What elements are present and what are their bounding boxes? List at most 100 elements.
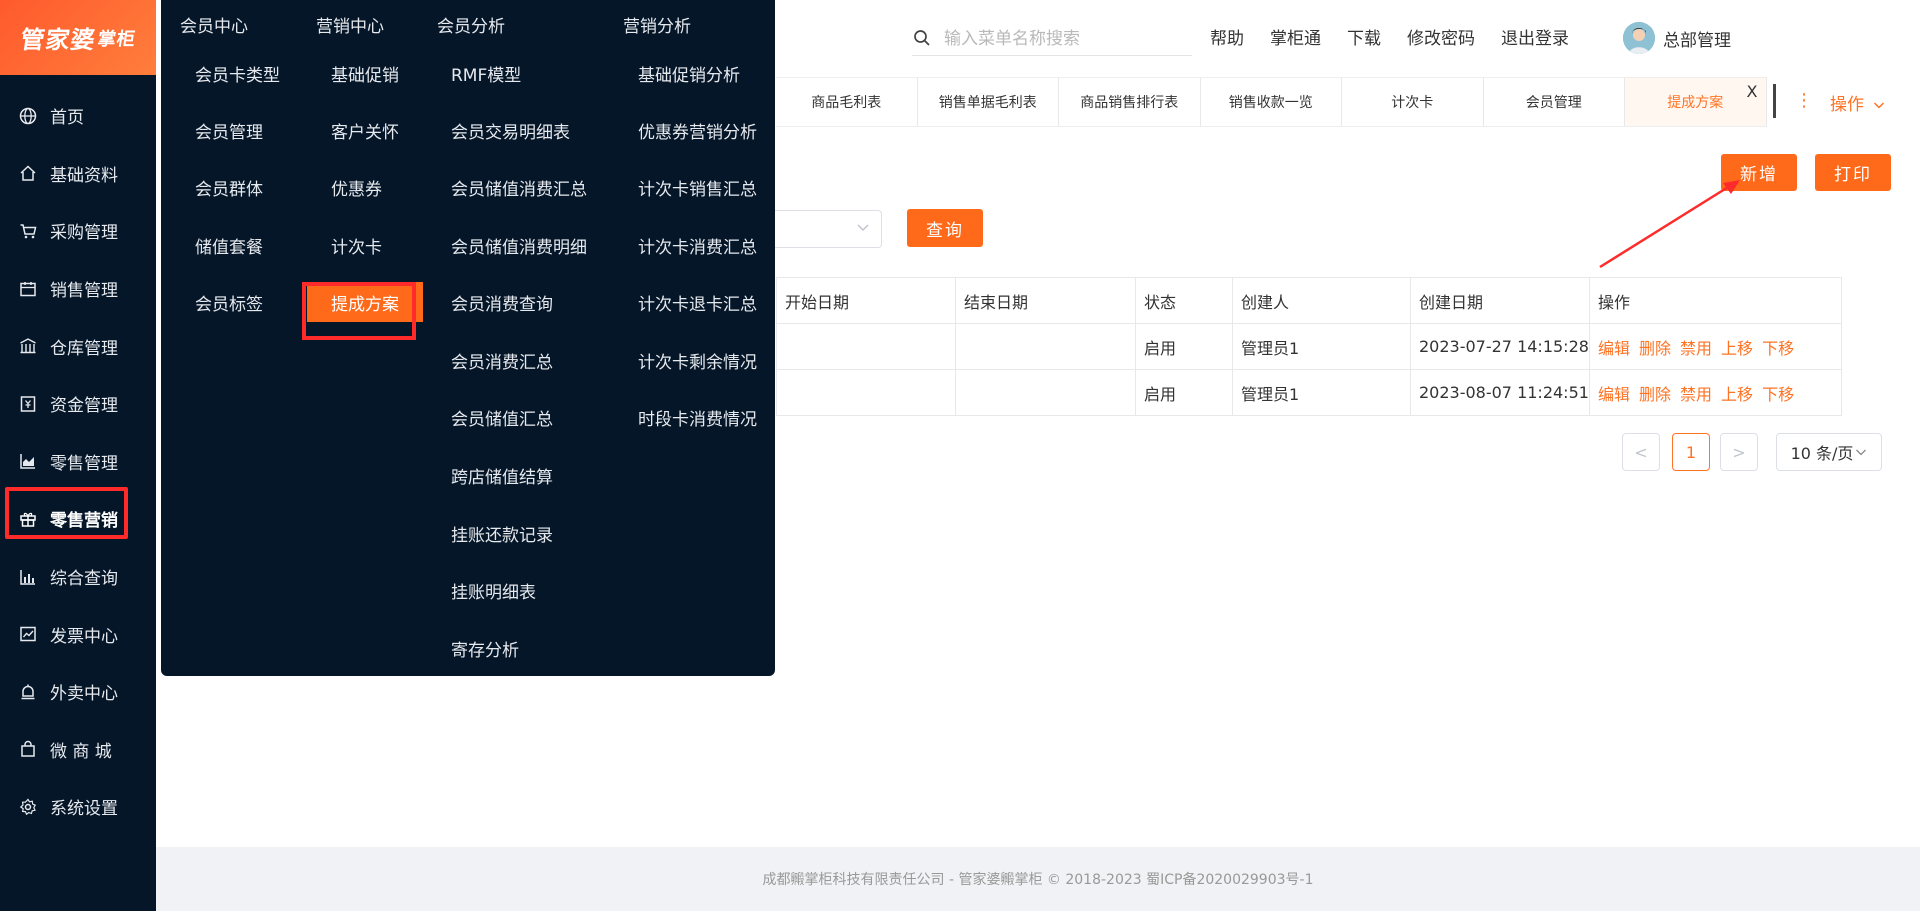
sidebar-item-purchase[interactable]: 采购管理 — [0, 202, 156, 260]
sidebar-item-funds[interactable]: 资金管理 — [0, 375, 156, 433]
sidebar-item-label: 零售管理 — [50, 453, 118, 474]
delete-link[interactable]: 删除 — [1639, 339, 1671, 358]
column-header: 操作 — [1589, 277, 1842, 324]
mega-item[interactable]: 会员储值消费汇总 — [451, 175, 587, 200]
more-icon[interactable]: ⋮ — [1795, 90, 1813, 111]
footer-copyright: 成都毈掌柜科技有限责任公司 - 管家婆毈掌柜 © 2018-2023 蜀ICP备… — [762, 872, 1314, 888]
mega-item[interactable]: 基础促销分析 — [638, 61, 740, 86]
mega-item[interactable]: 计次卡销售汇总 — [638, 175, 757, 200]
menu-search — [912, 22, 1192, 56]
mega-item[interactable]: 计次卡消费汇总 — [638, 233, 757, 258]
start-date-cell — [776, 369, 956, 416]
mega-item[interactable]: 时段卡消费情况 — [638, 405, 757, 430]
mega-item[interactable]: 计次卡退卡汇总 — [638, 290, 757, 315]
sidebar-item-takeout[interactable]: 外卖中心 — [0, 663, 156, 721]
bar-chart-icon — [18, 567, 38, 587]
sidebar-item-retail[interactable]: 零售管理 — [0, 433, 156, 491]
tab-label: 会员管理 — [1525, 95, 1582, 111]
help-link[interactable]: 帮助 — [1210, 24, 1244, 49]
tab-gross-profit[interactable]: 商品毛利表 — [776, 78, 918, 126]
disable-link[interactable]: 禁用 — [1680, 339, 1712, 358]
sidebar-item-label: 外卖中心 — [50, 684, 118, 705]
tab-member-management[interactable]: 会员管理 — [1483, 78, 1625, 126]
query-button[interactable]: 查询 — [907, 209, 983, 247]
sidebar-highlight-box — [5, 487, 128, 539]
print-button[interactable]: 打印 — [1815, 154, 1891, 191]
sidebar-item-home[interactable]: 首页 — [0, 87, 156, 145]
warehouse-icon — [18, 336, 38, 356]
mega-item[interactable]: 会员交易明细表 — [451, 118, 570, 143]
mega-item[interactable]: 优惠券营销分析 — [638, 118, 757, 143]
tab-sales-ranking[interactable]: 商品销售排行表 — [1059, 78, 1201, 126]
move-up-link[interactable]: 上移 — [1721, 385, 1753, 404]
filter-select[interactable] — [770, 210, 882, 248]
sidebar-item-label: 资金管理 — [50, 396, 118, 417]
logout-link[interactable]: 退出登录 — [1501, 24, 1569, 49]
download-link[interactable]: 下载 — [1347, 24, 1381, 49]
sidebar-item-label: 首页 — [50, 108, 84, 129]
money-icon — [18, 394, 38, 414]
tab-commission-plan[interactable]: 提成方案 X — [1625, 78, 1767, 126]
zhanggui-link[interactable]: 掌柜通 — [1270, 24, 1321, 49]
mega-item[interactable]: 计次卡 — [331, 233, 382, 258]
prev-page-button[interactable]: < — [1622, 433, 1660, 471]
move-up-link[interactable]: 上移 — [1721, 339, 1753, 358]
mega-item[interactable]: 会员标签 — [195, 290, 263, 315]
status-cell: 启用 — [1135, 369, 1233, 416]
page-size-label: 10 条/页 — [1790, 444, 1854, 463]
mega-item[interactable]: 会员储值消费明细 — [451, 233, 587, 258]
sidebar-item-sales[interactable]: 销售管理 — [0, 260, 156, 318]
sidebar-item-settings[interactable]: 系统设置 — [0, 778, 156, 836]
mega-item[interactable]: 基础促销 — [331, 61, 399, 86]
sidebar-item-label: 基础资料 — [50, 165, 118, 186]
close-icon[interactable]: X — [1747, 82, 1758, 101]
mega-item[interactable]: 挂账明细表 — [451, 578, 536, 603]
move-down-link[interactable]: 下移 — [1762, 339, 1794, 358]
page-number-button[interactable]: 1 — [1672, 433, 1710, 471]
logo-text: 管家婆 — [18, 26, 98, 54]
sidebar-item-query[interactable]: 综合查询 — [0, 548, 156, 606]
tab-sales-receipt[interactable]: 销售收款一览 — [1200, 78, 1342, 126]
mega-item[interactable]: 会员储值汇总 — [451, 405, 553, 430]
column-header: 状态 — [1135, 277, 1233, 324]
sidebar-item-warehouse[interactable]: 仓库管理 — [0, 317, 156, 375]
column-header: 结束日期 — [955, 277, 1136, 324]
footer: 成都毈掌柜科技有限责任公司 - 管家婆毈掌柜 © 2018-2023 蜀ICP备… — [156, 847, 1920, 911]
mega-column-head: 会员分析 — [437, 17, 505, 37]
edit-link[interactable]: 编辑 — [1598, 339, 1630, 358]
next-page-button[interactable]: > — [1720, 433, 1758, 471]
mega-item[interactable]: 客户关怀 — [331, 118, 399, 143]
annotation-arrow — [1599, 180, 1740, 269]
tab-sales-doc-profit[interactable]: 销售单据毛利表 — [917, 78, 1059, 126]
mega-item[interactable]: 会员卡类型 — [195, 61, 280, 86]
mega-item[interactable]: 计次卡剩余情况 — [638, 348, 757, 373]
tab-operations-dropdown[interactable]: 操作 — [1830, 90, 1885, 115]
sidebar-item-basic-data[interactable]: 基础资料 — [0, 145, 156, 203]
mega-item[interactable]: RMF模型 — [451, 61, 521, 86]
sidebar-item-invoice[interactable]: 发票中心 — [0, 605, 156, 663]
edit-link[interactable]: 编辑 — [1598, 385, 1630, 404]
move-down-link[interactable]: 下移 — [1762, 385, 1794, 404]
mega-item[interactable]: 储值套餐 — [195, 233, 263, 258]
mega-item[interactable]: 会员群体 — [195, 175, 263, 200]
mega-item[interactable]: 会员消费汇总 — [451, 348, 553, 373]
sidebar-item-mall[interactable]: 微 商 城 — [0, 721, 156, 779]
mega-item[interactable]: 会员消费查询 — [451, 290, 553, 315]
mega-item[interactable]: 跨店储值结算 — [451, 463, 553, 488]
disable-link[interactable]: 禁用 — [1680, 385, 1712, 404]
mega-item[interactable]: 优惠券 — [331, 175, 382, 200]
tab-count-card[interactable]: 计次卡 — [1342, 78, 1484, 126]
mega-column-head: 会员中心 — [180, 17, 248, 37]
search-icon[interactable] — [912, 28, 934, 50]
mega-item[interactable]: 寄存分析 — [451, 636, 519, 661]
change-password-link[interactable]: 修改密码 — [1407, 24, 1475, 49]
page-size-select[interactable]: 10 条/页 — [1776, 433, 1882, 471]
delete-link[interactable]: 删除 — [1639, 385, 1671, 404]
mega-item[interactable]: 会员管理 — [195, 118, 263, 143]
search-input[interactable] — [944, 28, 1174, 49]
column-header: 创建人 — [1232, 277, 1411, 324]
user-name[interactable]: 总部管理 — [1663, 26, 1731, 51]
start-date-cell — [776, 323, 956, 370]
mega-item[interactable]: 挂账还款记录 — [451, 521, 553, 546]
avatar[interactable] — [1623, 22, 1655, 54]
